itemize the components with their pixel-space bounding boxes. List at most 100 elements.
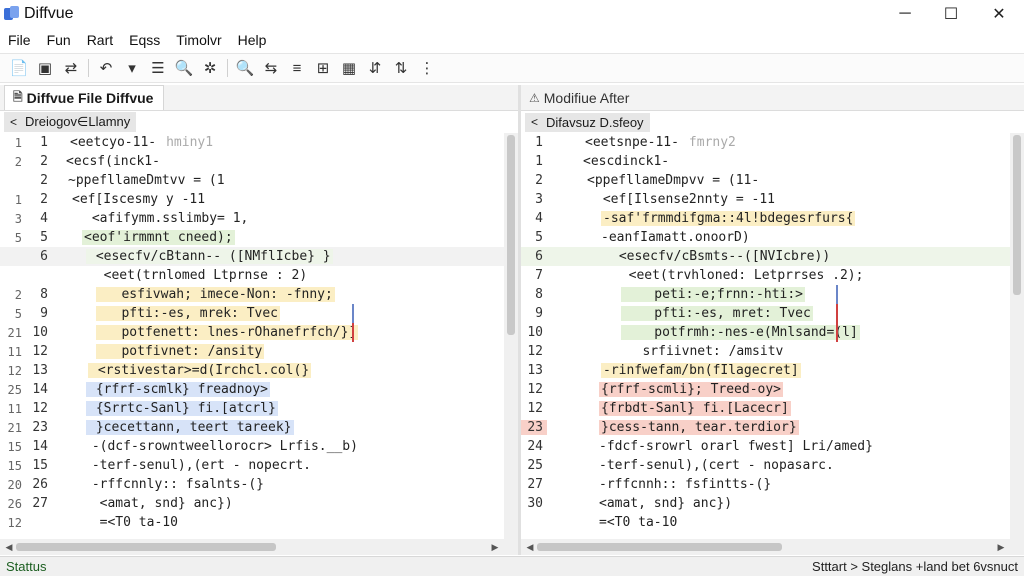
- scroll-right-arrow-icon[interactable]: ▶: [488, 539, 502, 555]
- right-code-line[interactable]: 4 -saf'frmmdifgma::4l!bdegesrfurs{: [521, 209, 1010, 228]
- right-breadcrumb[interactable]: < Difavsuz D.sfeoy: [525, 112, 650, 132]
- swap-icon[interactable]: ⇄: [58, 56, 84, 80]
- left-code-line[interactable]: 5 5 <eof'irmmnt cneed);: [0, 228, 504, 247]
- left-code-area[interactable]: 1 1 <eetcyo-11- hminy1 2 2 <ecsf(inck1- 2 ~ppefl…: [0, 133, 504, 539]
- right-code-line[interactable]: 10 potfrmh:-nes-e(Mnlsand=(l]: [521, 323, 1010, 342]
- scroll-right-arrow-icon[interactable]: ▶: [994, 539, 1008, 555]
- right-vertical-scrollbar[interactable]: [1010, 133, 1024, 539]
- right-code-line[interactable]: 23}cess-tann, tear.terdior}: [521, 418, 1010, 437]
- left-horizontal-scrollbar[interactable]: ◀ ▶: [0, 539, 518, 555]
- right-code-line[interactable]: 12 {frbdt-Sanl} fi.[Lacecr]: [521, 399, 1010, 418]
- minimize-button[interactable]: ─: [882, 0, 928, 28]
- menu-timolvr[interactable]: Timolvr: [176, 32, 221, 48]
- right-code-line[interactable]: 30 <amat, snd} anc}): [521, 494, 1010, 513]
- right-code-line[interactable]: 1 <eetsnpe-11- fmrny2: [521, 133, 1010, 152]
- left-code-line[interactable]: 21 23 }cecettann, teert tareek}: [0, 418, 504, 437]
- code-text: <ppefllameDmpvv = (11-: [587, 173, 760, 188]
- right-horizontal-scrollbar[interactable]: ◀ ▶: [521, 539, 1024, 555]
- old-line-number: 20: [7, 477, 22, 492]
- right-code-area[interactable]: 1 <eetsnpe-11- fmrny2 1 <escdinck1- 2 <ppeflla…: [521, 133, 1010, 539]
- left-code-line[interactable]: 11 12 potfivnet: /ansity: [0, 342, 504, 361]
- right-code-line[interactable]: 3 <ef[Ilsense2nnty = -11: [521, 190, 1010, 209]
- list-icon[interactable]: ☰: [145, 56, 171, 80]
- left-code-line[interactable]: 15 14 -(dcf-srowntweellorocr> Lrfis.__b): [0, 437, 504, 456]
- left-code-line[interactable]: 2 ~ppefllameDmtvv = (1: [0, 171, 504, 190]
- left-code-line[interactable]: 25 14 {rfrf-scmlk} freadnoy>: [0, 380, 504, 399]
- more-options-icon[interactable]: ⋮: [414, 56, 440, 80]
- old-line-number: 25: [7, 382, 22, 397]
- left-vertical-scrollbar[interactable]: [504, 133, 518, 539]
- align-icon[interactable]: ≡: [284, 56, 310, 80]
- left-code-line[interactable]: 21 10 potfenett: lnes-rOhanefrfch/}]: [0, 323, 504, 342]
- left-breadcrumb[interactable]: < Dreiogov∈Llamny: [4, 112, 137, 132]
- close-button[interactable]: ✕: [976, 0, 1022, 28]
- left-code-line[interactable]: 2 8 esfivwah; imece-Non: -fnny;: [0, 285, 504, 304]
- left-code-line[interactable]: 15 15 -terf-senul),(ert - nopecrt.: [0, 456, 504, 475]
- menu-file[interactable]: File: [8, 32, 31, 48]
- table-icon[interactable]: ▦: [336, 56, 362, 80]
- left-code-line[interactable]: 2 2 <ecsf(inck1-: [0, 152, 504, 171]
- line-number: 24: [527, 439, 543, 454]
- left-code-line[interactable]: 12 13 <rstivestar>=d(Irchcl.col(}: [0, 361, 504, 380]
- sort-icon[interactable]: ⇵: [362, 56, 388, 80]
- right-scroll-thumb[interactable]: [1013, 135, 1021, 295]
- tab-right-file[interactable]: ⚠ Modifiue After: [521, 85, 639, 110]
- settings-spark-icon[interactable]: ✲: [197, 56, 223, 80]
- menu-eqss[interactable]: Eqss: [129, 32, 160, 48]
- search-icon[interactable]: 🔍: [171, 56, 197, 80]
- compare-arrows-icon[interactable]: ⇆: [258, 56, 284, 80]
- menu-rart[interactable]: Rart: [87, 32, 113, 48]
- right-code-line[interactable]: 24 -fdcf-srowrl orarl fwest] Lri/amed}: [521, 437, 1010, 456]
- line-number: 10: [32, 325, 48, 340]
- left-code-line[interactable]: 26 27 <amat, snd} anc}): [0, 494, 504, 513]
- left-code-line[interactable]: 6 <esecfv/cBtann-- ([NMflIcbe} }: [0, 247, 504, 266]
- right-code-line[interactable]: =<T0 ta-10: [521, 513, 1010, 532]
- menu-fun[interactable]: Fun: [47, 32, 71, 48]
- right-code-line[interactable]: 8 peti:-e;frnn:-hti:>: [521, 285, 1010, 304]
- left-code-line[interactable]: 5 9 pfti:-es, mrek: Tvec: [0, 304, 504, 323]
- scroll-left-arrow-icon[interactable]: ◀: [2, 539, 16, 555]
- left-code-line[interactable]: 1 1 <eetcyo-11- hminy1: [0, 133, 504, 152]
- code-text: peti:-e;frnn:-hti:>: [621, 287, 806, 302]
- right-code-line[interactable]: 12 srfiivnet: /amsitv: [521, 342, 1010, 361]
- line-number: 12: [527, 401, 543, 416]
- code-text: potfenett: lnes-rOhanefrfch/}]: [96, 325, 359, 340]
- line-number: 7: [535, 268, 543, 283]
- left-code-line[interactable]: 20 26 -rffcnnly:: fsalnts-(}: [0, 475, 504, 494]
- scroll-left-arrow-icon[interactable]: ◀: [523, 539, 537, 555]
- menu-help[interactable]: Help: [238, 32, 267, 48]
- right-code-line[interactable]: 6 <esecfv/cBsmts--([NVIcbre)): [521, 247, 1010, 266]
- left-code-line[interactable]: 11 12 {Srrtc-Sanl} fi.[atcrl}: [0, 399, 504, 418]
- old-line-number: 1: [14, 135, 22, 150]
- left-code-line[interactable]: 12 =<T0 ta-10: [0, 513, 504, 532]
- right-code-line[interactable]: 5 -eanfIamatt.onoorD): [521, 228, 1010, 247]
- old-line-number: 21: [7, 420, 22, 435]
- maximize-button[interactable]: ☐: [928, 0, 974, 28]
- right-code-line[interactable]: 2 <ppefllameDmpvv = (11-: [521, 171, 1010, 190]
- line-number: 9: [535, 306, 543, 321]
- left-code-line[interactable]: 3 4 <afifymm.sslimby= 1,: [0, 209, 504, 228]
- tab-left-file[interactable]: 🗎 Diffvue File Diffvue: [4, 85, 165, 110]
- grid-icon[interactable]: ⊞: [310, 56, 336, 80]
- right-code-line[interactable]: 27 -rffcnnh:: fsfintts-(}: [521, 475, 1010, 494]
- right-code-line[interactable]: 25 -terf-senul),(cert - nopasarc.: [521, 456, 1010, 475]
- line-number: 14: [32, 382, 48, 397]
- line-number: 4: [40, 211, 48, 226]
- right-code-line[interactable]: 13 -rinfwefam/bn(fIlagecret]: [521, 361, 1010, 380]
- find-icon[interactable]: 🔍: [232, 56, 258, 80]
- undo-icon[interactable]: ↶: [93, 56, 119, 80]
- right-code-line[interactable]: 1 <escdinck1-: [521, 152, 1010, 171]
- left-code-line[interactable]: <eet(trnlomed Ltprnse : 2): [0, 266, 504, 285]
- line-number: 1: [40, 135, 48, 150]
- dropdown-arrow-icon[interactable]: ▾: [119, 56, 145, 80]
- sync-icon[interactable]: ⇅: [388, 56, 414, 80]
- new-file-icon[interactable]: 📄: [6, 56, 32, 80]
- left-hscroll-thumb[interactable]: [16, 543, 276, 551]
- right-code-line[interactable]: 9 pfti:-es, mret: Tvec: [521, 304, 1010, 323]
- right-code-line[interactable]: 12 {rfrf-scmli}; Treed-oy>: [521, 380, 1010, 399]
- right-hscroll-thumb[interactable]: [537, 543, 782, 551]
- open-panel-icon[interactable]: ▣: [32, 56, 58, 80]
- left-code-line[interactable]: 1 2 <ef[Iscesmy y -11: [0, 190, 504, 209]
- left-scroll-thumb[interactable]: [507, 135, 515, 335]
- right-code-line[interactable]: 7 <eet(trvhloned: Letprrses .2);: [521, 266, 1010, 285]
